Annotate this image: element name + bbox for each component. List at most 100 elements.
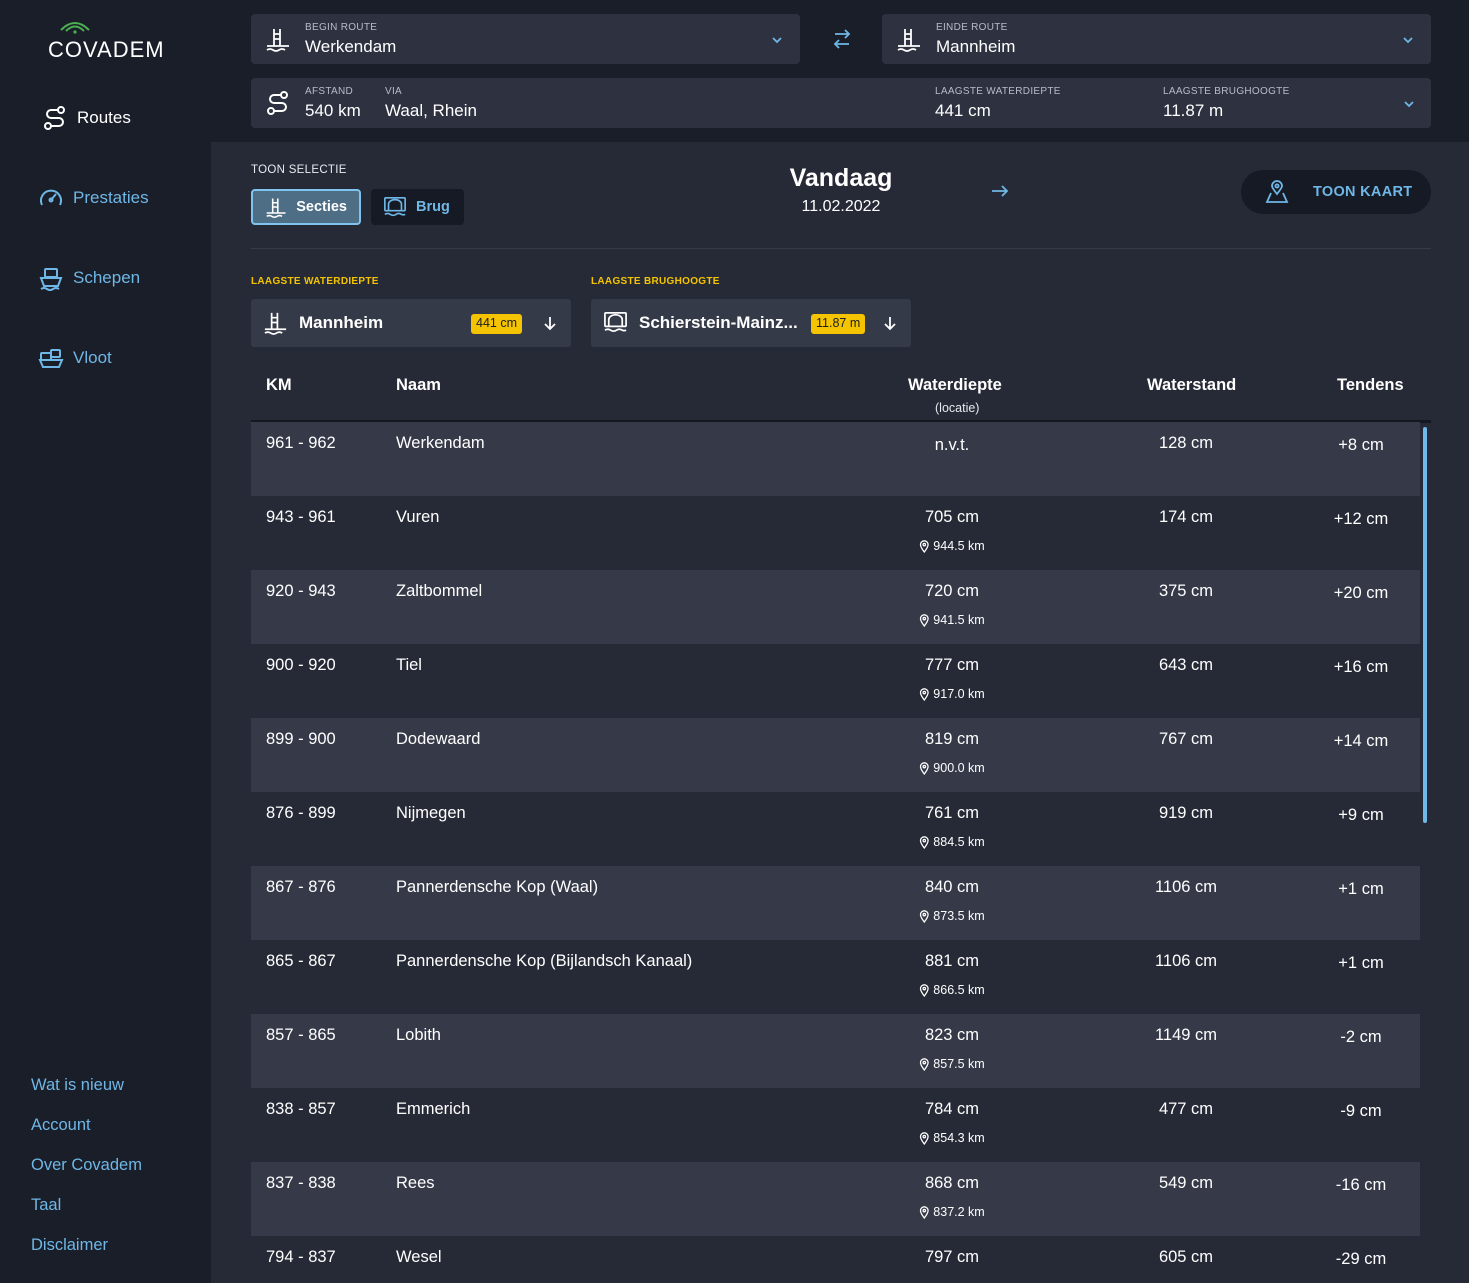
- lock-gate-icon: [897, 29, 920, 52]
- begin-route-select[interactable]: BEGIN ROUTE Werkendam: [251, 14, 800, 64]
- footer-link-wat-is-nieuw[interactable]: Wat is nieuw: [31, 1076, 124, 1095]
- table-row[interactable]: 865 - 867 Pannerdensche Kop (Bijlandsch K…: [251, 940, 1420, 1014]
- end-route-select[interactable]: EINDE ROUTE Mannheim: [882, 14, 1431, 64]
- cell-locatie-text: 854.3 km: [933, 1131, 985, 1145]
- toon-kaart-button[interactable]: TOON KAART: [1241, 170, 1431, 214]
- lowest-depth-name: Mannheim: [299, 313, 384, 332]
- cell-waterstand: 767 cm: [1158, 730, 1214, 748]
- table-row[interactable]: 857 - 865 Lobith 823 cm 857.5 km 1149 cm -2 c…: [251, 1014, 1420, 1088]
- table-row[interactable]: 900 - 920 Tiel 777 cm 917.0 km 643 cm +16 cm: [251, 644, 1420, 718]
- cell-waterstand: 605 cm: [1158, 1248, 1214, 1266]
- sidebar-item-schepen[interactable]: Schepen: [38, 265, 140, 291]
- tab-brug[interactable]: Brug: [371, 189, 464, 225]
- cell-waterstand: 549 cm: [1158, 1174, 1214, 1192]
- table-row[interactable]: 837 - 838 Rees 868 cm 837.2 km 549 cm -16 cm: [251, 1162, 1420, 1236]
- cell-tendens: +1 cm: [1338, 880, 1384, 898]
- arrow-right-icon[interactable]: [989, 182, 1011, 200]
- cell-km: 876 - 899: [266, 804, 336, 822]
- cell-waterstand: 128 cm: [1158, 434, 1214, 452]
- cell-locatie: 866.5 km: [919, 983, 985, 997]
- cell-locatie: 857.5 km: [919, 1057, 985, 1071]
- cell-locatie: 873.5 km: [919, 909, 985, 923]
- route-header: BEGIN ROUTE Werkendam EINDE ROUTE Mannhe…: [211, 0, 1469, 142]
- table-row[interactable]: 794 - 837 Wesel 797 cm 605 cm -29 cm: [251, 1236, 1420, 1283]
- lowest-bridge-card[interactable]: Schierstein-Mainz... 11.87 m: [591, 299, 911, 347]
- table-row[interactable]: 867 - 876 Pannerdensche Kop (Waal) 840 cm 8…: [251, 866, 1420, 940]
- cell-waterdiepte: 823 cm: [924, 1026, 980, 1044]
- footer-link-taal[interactable]: Taal: [31, 1196, 61, 1215]
- table-row[interactable]: 961 - 962 Werkendam n.v.t. 128 cm +8 cm: [251, 422, 1420, 496]
- table-row[interactable]: 920 - 943 Zaltbommel 720 cm 941.5 km 375 cm +…: [251, 570, 1420, 644]
- footer-link-over-covadem[interactable]: Over Covadem: [31, 1156, 142, 1175]
- table-row[interactable]: 876 - 899 Nijmegen 761 cm 884.5 km 919 cm +9 …: [251, 792, 1420, 866]
- map-pin-icon: [1265, 180, 1289, 203]
- cell-locatie-text: 873.5 km: [933, 909, 985, 923]
- table-header: KM Naam Waterdiepte (locatie) Waterstand…: [251, 366, 1431, 424]
- cell-naam: Rees: [396, 1174, 435, 1192]
- cell-km: 961 - 962: [266, 434, 336, 452]
- fleet-icon: [38, 349, 64, 368]
- cell-locatie-text: 941.5 km: [933, 613, 985, 627]
- main-panel: TOON SELECTIE Secties Brug Vandaag 11.02…: [211, 142, 1469, 1283]
- sidebar-item-label: Prestaties: [73, 188, 149, 207]
- cell-naam: Werkendam: [396, 434, 485, 452]
- cell-tendens: +9 cm: [1338, 806, 1384, 824]
- cell-km: 899 - 900: [266, 730, 336, 748]
- lowest-depth-card[interactable]: Mannheim 441 cm: [251, 299, 571, 347]
- cell-locatie: 941.5 km: [919, 613, 985, 627]
- col-waterstand[interactable]: Waterstand: [1147, 376, 1236, 395]
- covadem-logo[interactable]: COVADEM: [48, 18, 164, 62]
- tab-secties[interactable]: Secties: [251, 189, 361, 225]
- cell-km: 900 - 920: [266, 656, 336, 674]
- cell-tendens: +20 cm: [1333, 584, 1389, 602]
- min-bridge-label: LAAGSTE BRUGHOOGTE: [1163, 86, 1290, 97]
- sidebar-item-vloot[interactable]: Vloot: [38, 345, 112, 371]
- end-route-value: Mannheim: [936, 37, 1016, 56]
- table-row[interactable]: 899 - 900 Dodewaard 819 cm 900.0 km 767 cm +1…: [251, 718, 1420, 792]
- footer-link-disclaimer[interactable]: Disclaimer: [31, 1236, 108, 1255]
- location-pin-icon: [919, 1131, 929, 1145]
- cell-waterstand: 1106 cm: [1154, 952, 1218, 970]
- signal-arc-icon: [60, 22, 90, 34]
- cell-naam: Wesel: [396, 1248, 442, 1266]
- sidebar-item-label: Vloot: [73, 348, 112, 367]
- sidebar-item-routes[interactable]: Routes: [42, 105, 131, 131]
- location-pin-icon: [919, 539, 929, 553]
- swap-route-icon[interactable]: [831, 27, 853, 51]
- sidebar-item-prestaties[interactable]: Prestaties: [38, 185, 149, 211]
- cell-tendens: +12 cm: [1333, 510, 1389, 528]
- table-row[interactable]: 943 - 961 Vuren 705 cm 944.5 km 174 cm +12 cm: [251, 496, 1420, 570]
- cell-locatie-text: 866.5 km: [933, 983, 985, 997]
- lock-gate-icon: [264, 312, 287, 335]
- col-km[interactable]: KM: [266, 376, 292, 395]
- scrollbar[interactable]: [1423, 427, 1427, 823]
- toon-selectie-label: TOON SELECTIE: [251, 164, 347, 176]
- cell-locatie: 944.5 km: [919, 539, 985, 553]
- toon-kaart-label: TOON KAART: [1313, 184, 1413, 200]
- cell-waterdiepte: 720 cm: [924, 582, 980, 600]
- route-summary[interactable]: AFSTAND 540 km VIA Waal, Rhein LAAGSTE W…: [251, 78, 1431, 128]
- col-tendens[interactable]: Tendens: [1337, 376, 1404, 395]
- cell-waterstand: 1106 cm: [1154, 878, 1218, 896]
- col-waterdiepte[interactable]: Waterdiepte: [908, 376, 1002, 395]
- sidebar: COVADEM Routes Prestaties Schepen Vloot …: [0, 0, 211, 1283]
- via-value: Waal, Rhein: [385, 101, 477, 120]
- min-bridge-value: 11.87 m: [1163, 101, 1224, 120]
- cell-km: 867 - 876: [266, 878, 336, 896]
- bridge-icon: [384, 196, 406, 217]
- lowest-bridge-name: Schierstein-Mainz...: [639, 313, 798, 332]
- lowest-depth-badge: 441 cm: [471, 314, 522, 334]
- cell-locatie-text: 837.2 km: [933, 1205, 985, 1219]
- ship-icon: [39, 268, 63, 291]
- cell-waterdiepte: 705 cm: [924, 508, 980, 526]
- col-naam[interactable]: Naam: [396, 376, 441, 395]
- arrow-down-icon: [884, 317, 896, 331]
- cell-locatie: 917.0 km: [919, 687, 985, 701]
- distance-label: AFSTAND: [305, 86, 354, 97]
- cell-naam: Zaltbommel: [396, 582, 483, 600]
- footer-link-account[interactable]: Account: [31, 1116, 91, 1135]
- table-row[interactable]: 838 - 857 Emmerich 784 cm 854.3 km 477 cm -9 …: [251, 1088, 1420, 1162]
- cell-naam: Emmerich: [396, 1100, 471, 1118]
- route-icon: [44, 106, 65, 130]
- cell-locatie-text: 857.5 km: [933, 1057, 985, 1071]
